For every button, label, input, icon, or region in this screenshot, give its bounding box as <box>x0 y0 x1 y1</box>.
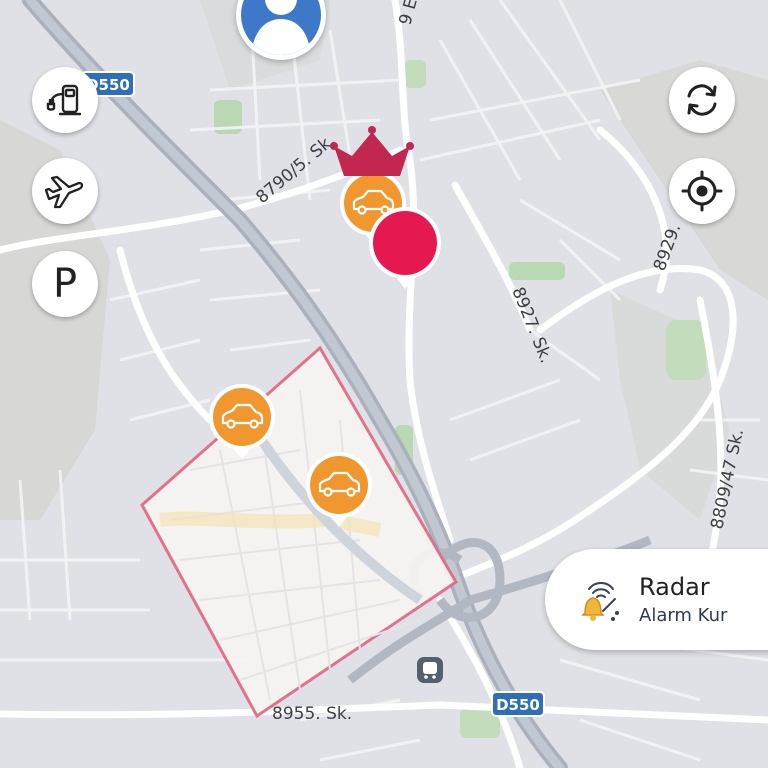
charging-station-icon <box>46 84 82 116</box>
airplane-icon <box>44 175 84 209</box>
charging-station-button[interactable] <box>32 67 98 133</box>
refresh-button[interactable] <box>669 67 735 133</box>
parking-icon: P <box>52 261 78 307</box>
parking-button[interactable]: P <box>32 251 98 317</box>
alarm-bell-radar-icon <box>581 581 619 621</box>
locate-me-button[interactable] <box>669 158 735 224</box>
road-label: 8955. Sk. <box>272 704 352 724</box>
user-avatar[interactable] <box>236 0 326 60</box>
svg-text:D550: D550 <box>496 696 540 714</box>
airport-button[interactable] <box>32 158 98 224</box>
user-avatar-icon <box>241 0 321 55</box>
radar-subtitle: Alarm Kur <box>639 605 728 626</box>
train-station-icon[interactable] <box>417 657 443 683</box>
radar-title: Radar <box>639 573 710 601</box>
refresh-icon <box>687 84 717 116</box>
highway-shield: D550 <box>491 691 545 717</box>
radar-alarm-button[interactable]: Radar Alarm Kur <box>545 549 768 650</box>
map-canvas[interactable]: 8790/5. Sk. 9 E 8927. Sk. 8929. 8809/47 … <box>0 0 768 768</box>
locate-me-icon <box>681 170 723 212</box>
